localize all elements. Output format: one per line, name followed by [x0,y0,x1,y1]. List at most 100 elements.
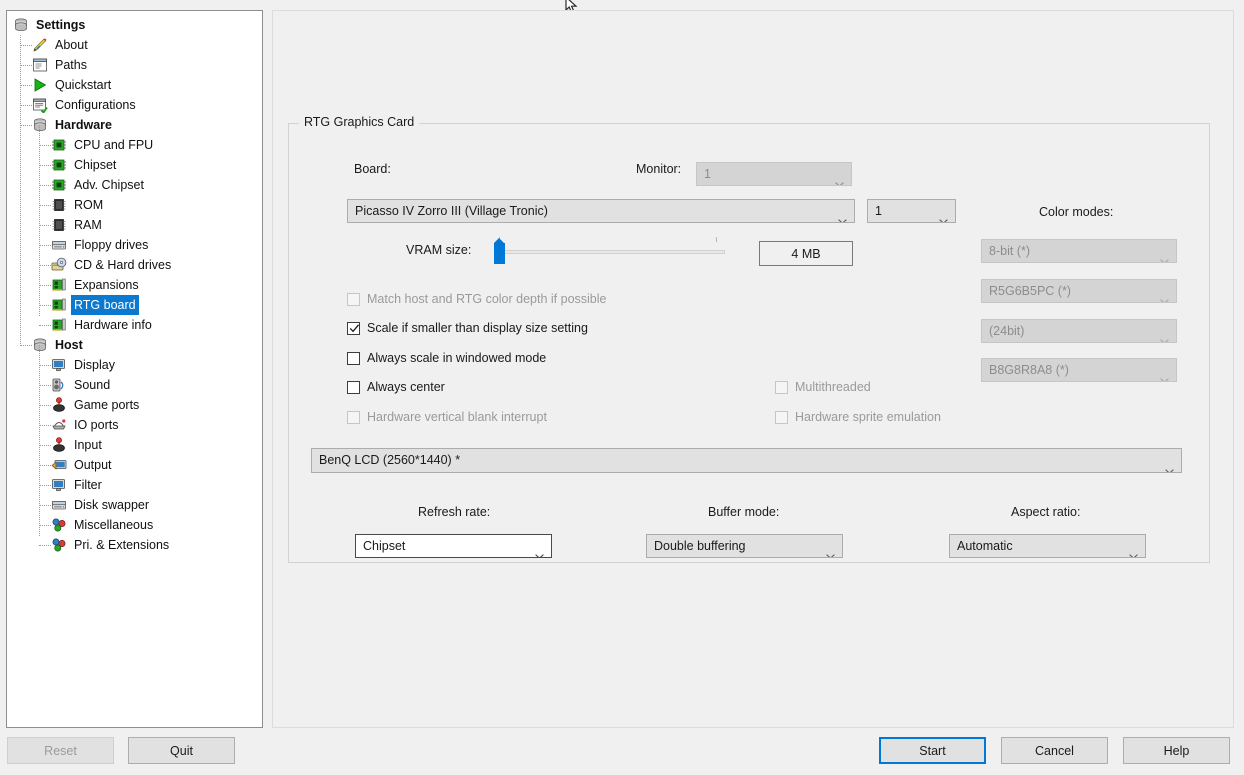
sidebar-item-label: Input [74,438,102,452]
expansion-card-icon [51,277,67,293]
sidebar-item-label: Host [55,338,83,352]
display-monitor-icon [51,357,67,373]
tree-guide-elbow [39,165,51,166]
quit-button[interactable]: Quit [128,737,235,764]
disk-swapper-icon [51,497,67,513]
tree-guide-elbow [39,485,51,486]
help-button-label: Help [1163,743,1190,758]
tree-guide-elbow [39,185,51,186]
vram-size-value: 4 MB [791,246,821,261]
chevron-down-icon [835,172,844,185]
settings-stack-icon [13,17,29,33]
checkbox-always-scale-windowed[interactable]: Always scale in windowed mode [347,351,546,365]
checkbox-label: Hardware sprite emulation [795,410,941,424]
checkbox-match-host-rtg-color-depth[interactable]: Match host and RTG color depth if possib… [347,292,606,306]
color-mode-select-1[interactable]: R5G6B5PC (*) [981,279,1177,303]
color-mode-select-3[interactable]: B8G8R8A8 (*) [981,358,1177,382]
vram-size-slider[interactable] [494,237,725,265]
checkbox-hardware-vblank-interrupt[interactable]: Hardware vertical blank interrupt [347,410,547,424]
checkbox-box [347,321,360,335]
checkbox-scale-if-smaller[interactable]: Scale if smaller than display size setti… [347,321,588,335]
display-mode-select[interactable]: BenQ LCD (2560*1440) * [311,448,1182,473]
color-mode-value-2: (24bit) [989,324,1025,338]
reset-button[interactable]: Reset [7,737,114,764]
tree-guide-line [20,35,21,346]
input-joystick-icon [51,437,67,453]
tree-guide-elbow [39,385,51,386]
checkbox-always-center[interactable]: Always center [347,380,445,394]
chevron-down-icon [1160,249,1169,262]
help-button[interactable]: Help [1123,737,1230,764]
tree-guide-elbow [20,85,32,86]
settings-window: Settings About Paths Quickstart Configuratio… [0,0,1244,775]
checkbox-box [347,292,360,306]
sidebar-item-settings[interactable]: Settings [7,15,262,35]
checkbox-label: Scale if smaller than display size setti… [367,321,588,335]
sidebar-item-label: ROM [74,198,104,212]
color-mode-select-2[interactable]: (24bit) [981,319,1177,343]
slider-tick-1 [716,237,717,242]
sidebar-item-label: Chipset [74,158,117,172]
chevron-down-icon [1160,368,1169,381]
sidebar-item-configurations[interactable]: Configurations [7,95,262,115]
sidebar-item-label: CPU and FPU [74,138,154,152]
sidebar-item-label: Hardware info [74,318,152,332]
checkbox-box [347,410,360,424]
sidebar-item-paths[interactable]: Paths [7,55,262,75]
sidebar-item-quickstart[interactable]: Quickstart [7,75,262,95]
tree-guide-elbow [39,305,51,306]
slider-thumb[interactable] [494,238,505,264]
tree-guide-elbow [39,325,51,326]
checkbox-hardware-sprite-emulation[interactable]: Hardware sprite emulation [775,410,941,424]
tree-guide-elbow [39,145,51,146]
output-monitor-icon [51,457,67,473]
board-index-select[interactable]: 1 [867,199,956,223]
start-button-label: Start [919,743,946,758]
buffer-mode-select[interactable]: Double buffering [646,534,843,558]
checkbox-multithreaded[interactable]: Multithreaded [775,380,871,394]
settings-tree[interactable]: Settings About Paths Quickstart Configuratio… [6,10,263,728]
cancel-button[interactable]: Cancel [1001,737,1108,764]
sidebar-item-label: IO ports [74,418,119,432]
chevron-down-icon [939,209,948,222]
tree-guide-line [39,345,40,536]
tree-guide-elbow [39,525,51,526]
sidebar-item-host[interactable]: Host [7,335,262,355]
filter-monitor-icon [51,477,67,493]
sidebar-item-label: Quickstart [55,78,112,92]
tree-guide-elbow [39,225,51,226]
sidebar-item-label: Miscellaneous [74,518,154,532]
expansion-card-icon [51,297,67,313]
tree-guide-elbow [20,105,32,106]
sound-speaker-icon [51,377,67,393]
board-select[interactable]: Picasso IV Zorro III (Village Tronic) [347,199,855,223]
refresh-rate-select[interactable]: Chipset [355,534,552,558]
checkbox-box [347,380,360,394]
chevron-down-icon [838,209,847,222]
sidebar-item-label: Output [74,458,112,472]
chip-green-icon [51,137,67,153]
color-mode-value-0: 8-bit (*) [989,244,1030,258]
checkbox-box [775,380,788,394]
sidebar-item-about[interactable]: About [7,35,262,55]
tree-guide-elbow [39,205,51,206]
chip-green-icon [51,177,67,193]
chip-green-icon [51,157,67,173]
tree-guide-elbow [39,505,51,506]
buffer-mode-label: Buffer mode: [708,505,780,519]
checkmark-icon [349,323,360,334]
sidebar-item-label: Adv. Chipset [74,178,144,192]
start-button[interactable]: Start [879,737,986,764]
vram-size-button[interactable]: 4 MB [759,241,853,266]
sidebar-item-hardware[interactable]: Hardware [7,115,262,135]
aspect-ratio-select[interactable]: Automatic [949,534,1146,558]
monitor-label: Monitor: [636,162,682,176]
monitor-select[interactable]: 1 [696,162,852,186]
vram-size-label: VRAM size: [406,243,472,257]
checkbox-box [347,351,360,365]
dialog-button-bar: Reset Quit Start Cancel Help [0,736,1244,775]
tree-guide-elbow [39,465,51,466]
tree-guide-elbow [39,265,51,266]
checkbox-box [775,410,788,424]
color-mode-select-0[interactable]: 8-bit (*) [981,239,1177,263]
